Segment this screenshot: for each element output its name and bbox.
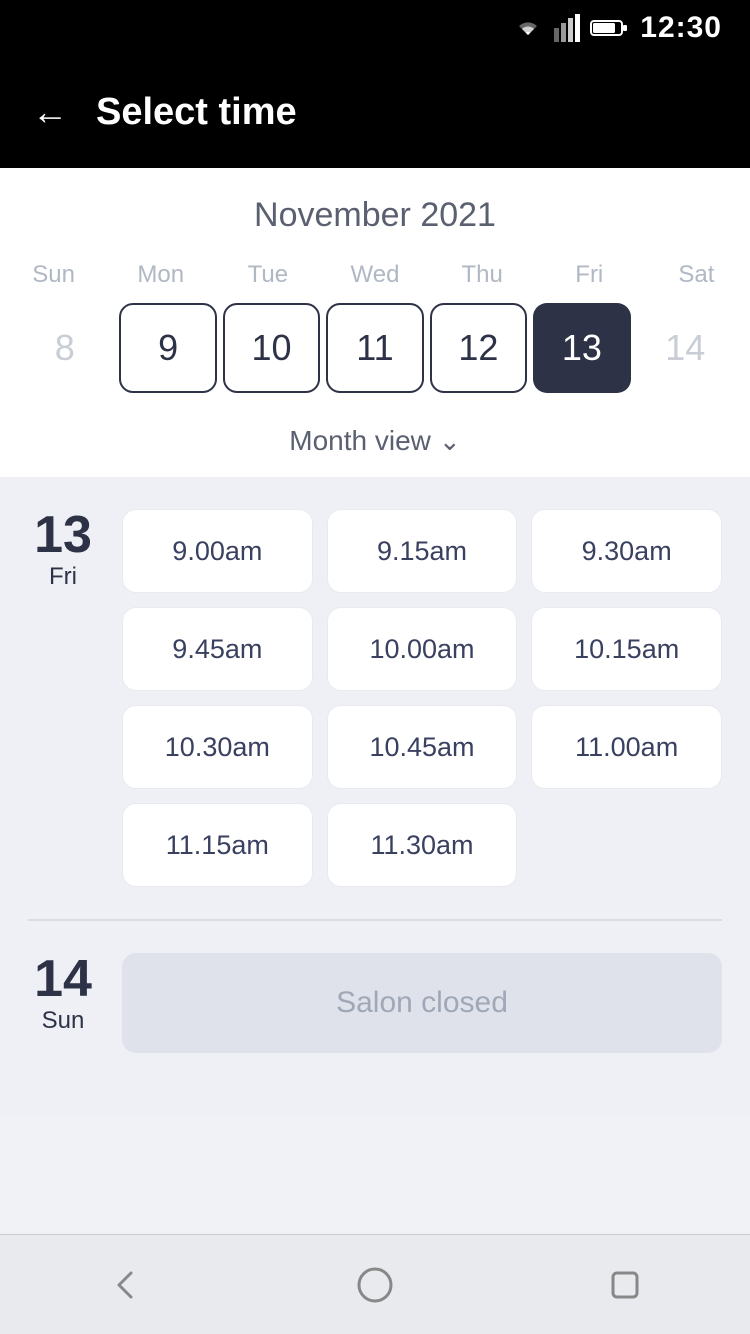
- day-name-13: Fri: [49, 563, 77, 591]
- day-separator: [28, 919, 722, 921]
- nav-recent-button[interactable]: [599, 1259, 651, 1311]
- day-number-13: 13: [34, 509, 92, 561]
- date-cell-8[interactable]: 8: [16, 303, 113, 393]
- recent-nav-icon: [605, 1265, 645, 1305]
- time-slot-1045am[interactable]: 10.45am: [327, 705, 518, 789]
- home-nav-icon: [355, 1265, 395, 1305]
- date-cell-13[interactable]: 13: [533, 303, 630, 393]
- day-header-fri: Fri: [536, 257, 643, 293]
- day-label-row-14: 14 Sun Salon closed: [28, 953, 722, 1053]
- date-cell-14[interactable]: 14: [637, 303, 734, 393]
- day-header-sun: Sun: [0, 257, 107, 293]
- bottom-nav: [0, 1234, 750, 1334]
- status-time: 12:30: [640, 11, 722, 45]
- salon-closed-block: Salon closed: [122, 953, 722, 1053]
- back-nav-icon: [105, 1265, 145, 1305]
- time-slot-900am[interactable]: 9.00am: [122, 509, 313, 593]
- month-title: November 2021: [0, 196, 750, 235]
- time-slot-1000am[interactable]: 10.00am: [327, 607, 518, 691]
- wifi-icon: [512, 17, 544, 39]
- nav-home-button[interactable]: [349, 1259, 401, 1311]
- signal-icon: [554, 14, 580, 42]
- status-icons: [512, 14, 628, 42]
- time-slot-1130am[interactable]: 11.30am: [327, 803, 518, 887]
- time-slot-1030am[interactable]: 10.30am: [122, 705, 313, 789]
- month-view-label: Month view: [289, 425, 431, 457]
- time-slot-1100am[interactable]: 11.00am: [531, 705, 722, 789]
- day-block-14: 14 Sun Salon closed: [28, 953, 722, 1053]
- nav-back-button[interactable]: [99, 1259, 151, 1311]
- date-cell-12[interactable]: 12: [430, 303, 527, 393]
- date-cell-9[interactable]: 9: [119, 303, 216, 393]
- day-block-13: 13 Fri 9.00am 9.15am 9.30am 9.45am 10.00…: [28, 509, 722, 887]
- date-cell-11[interactable]: 11: [326, 303, 423, 393]
- day-header-mon: Mon: [107, 257, 214, 293]
- back-button[interactable]: ←: [32, 94, 68, 130]
- date-row: 8 9 10 11 12 13 14: [0, 303, 750, 393]
- status-bar: 12:30: [0, 0, 750, 56]
- day-number-label-13: 13 Fri: [28, 509, 98, 591]
- time-slot-945am[interactable]: 9.45am: [122, 607, 313, 691]
- day-label-row-13: 13 Fri 9.00am 9.15am 9.30am 9.45am 10.00…: [28, 509, 722, 887]
- day-header-thu: Thu: [429, 257, 536, 293]
- salon-closed-label: Salon closed: [336, 986, 508, 1020]
- time-grid-13: 9.00am 9.15am 9.30am 9.45am 10.00am 10.1…: [122, 509, 722, 887]
- month-view-toggle[interactable]: Month view ⌄: [0, 411, 750, 477]
- day-header-tue: Tue: [214, 257, 321, 293]
- day-number-14: 14: [34, 953, 92, 1005]
- battery-icon: [590, 18, 628, 38]
- calendar-section: November 2021 Sun Mon Tue Wed Thu Fri Sa…: [0, 168, 750, 477]
- day-number-label-14: 14 Sun: [28, 953, 98, 1035]
- app-header: ← Select time: [0, 56, 750, 168]
- time-slot-915am[interactable]: 9.15am: [327, 509, 518, 593]
- time-slot-930am[interactable]: 9.30am: [531, 509, 722, 593]
- day-name-14: Sun: [42, 1007, 85, 1035]
- time-slot-1015am[interactable]: 10.15am: [531, 607, 722, 691]
- page-title: Select time: [96, 91, 297, 134]
- day-headers: Sun Mon Tue Wed Thu Fri Sat: [0, 257, 750, 293]
- date-cell-10[interactable]: 10: [223, 303, 320, 393]
- chevron-down-icon: ⌄: [439, 426, 461, 457]
- day-header-sat: Sat: [643, 257, 750, 293]
- time-section: 13 Fri 9.00am 9.15am 9.30am 9.45am 10.00…: [0, 477, 750, 1117]
- day-header-wed: Wed: [321, 257, 428, 293]
- time-slot-1115am[interactable]: 11.15am: [122, 803, 313, 887]
